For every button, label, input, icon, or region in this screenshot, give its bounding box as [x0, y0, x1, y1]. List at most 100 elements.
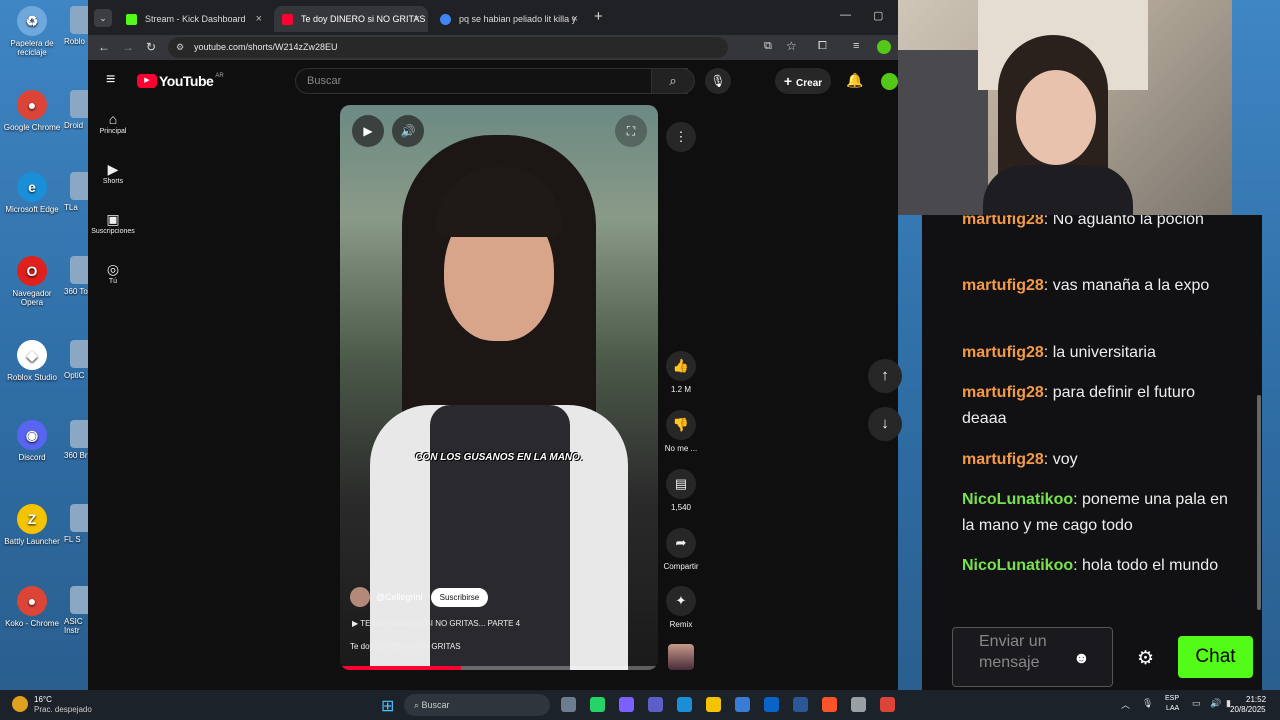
- desktop-icon[interactable]: Z Battly Launcher: [2, 504, 62, 546]
- shorts-video-player[interactable]: ▶ 🔊 ⛶ CON LOS GUSANOS EN LA MANO. @Celle…: [340, 105, 658, 670]
- edge-taskbar-icon[interactable]: [677, 697, 692, 712]
- new-tab-button[interactable]: +: [594, 8, 603, 25]
- forward-icon[interactable]: →: [122, 40, 134, 54]
- share-label: Compartir: [663, 562, 699, 571]
- extensions-icon[interactable]: ⧠: [818, 40, 827, 53]
- close-tab-icon[interactable]: ×: [572, 13, 578, 25]
- emoji-icon[interactable]: ☻: [1073, 648, 1090, 669]
- search-input[interactable]: Buscar: [295, 68, 688, 94]
- desktop-icon[interactable]: ♻ Papelera de reciclaje: [2, 6, 62, 57]
- url-input[interactable]: ⚙ youtube.com/shorts/W214zZw28EU: [168, 37, 728, 58]
- voice-search-button[interactable]: 🎙: [705, 68, 731, 94]
- dislike-button[interactable]: 👎 No me ...: [660, 410, 702, 453]
- video-person-vest: [430, 405, 570, 670]
- channel-handle[interactable]: @Cellegrini: [376, 592, 423, 602]
- share-button[interactable]: ➦ Compartir: [660, 528, 702, 571]
- video-progress-bar[interactable]: [340, 666, 658, 670]
- chat-separator: :: [1043, 277, 1053, 294]
- files-taskbar-icon[interactable]: [561, 697, 576, 712]
- site-info-icon[interactable]: ⚙: [176, 37, 184, 58]
- sound-thumbnail[interactable]: [668, 644, 694, 670]
- outlook-taskbar-icon[interactable]: [764, 697, 779, 712]
- fullscreen-button[interactable]: ⛶: [615, 115, 647, 147]
- chat-username[interactable]: NicoLunatikoo: [962, 491, 1073, 508]
- comments-button[interactable]: ▤ 1,540: [660, 469, 702, 512]
- tab-google-search[interactable]: pq se habian peliado lit killa y c ×: [432, 6, 586, 32]
- microphone-tray-icon[interactable]: 🎙: [1142, 698, 1153, 709]
- chat-message-input[interactable]: Enviar un mensaje ☻: [952, 627, 1113, 687]
- language-indicator[interactable]: ESP: [1165, 695, 1179, 702]
- chat-username[interactable]: martufig28: [962, 384, 1044, 401]
- start-button[interactable]: ⊞: [381, 696, 394, 716]
- network-icon[interactable]: ▭: [1192, 698, 1201, 709]
- tab-kick-dashboard[interactable]: Stream - Kick Dashboard ×: [118, 6, 270, 32]
- word-taskbar-icon[interactable]: [793, 697, 808, 712]
- search-button[interactable]: ⌕: [651, 68, 695, 94]
- show-hidden-icons-chevron[interactable]: ︿: [1121, 698, 1130, 711]
- remix-button[interactable]: ✦ Remix: [660, 586, 702, 629]
- desktop-icon-label: Battly Launcher: [4, 537, 60, 546]
- more-options-icon[interactable]: ⋮: [666, 122, 696, 152]
- menu-icon[interactable]: ≡: [106, 71, 115, 89]
- like-button[interactable]: 👍 1.2 M: [660, 351, 702, 394]
- sidebar-item-subscriptions[interactable]: ▣ Suscripciones: [88, 208, 138, 258]
- chat-username[interactable]: martufig28: [962, 215, 1044, 228]
- chat-username[interactable]: NicoLunatikoo: [962, 557, 1073, 574]
- chat-username[interactable]: martufig28: [962, 277, 1044, 294]
- sidebar-item-shorts[interactable]: ▶ Shorts: [88, 158, 138, 208]
- desktop-icon[interactable]: O Navegador Opera: [2, 256, 62, 307]
- youtube-logo[interactable]: ▶ YouTube AR: [137, 73, 224, 89]
- chat-username[interactable]: martufig28: [962, 344, 1044, 361]
- bookmark-star-icon[interactable]: ☆: [786, 39, 797, 53]
- desktop-icon[interactable]: ◆ Roblox Studio: [2, 340, 62, 382]
- microphone-icon: 🎙: [710, 74, 726, 88]
- play-button[interactable]: ▶: [352, 115, 384, 147]
- sidebar-item-you[interactable]: ◎ Tú: [88, 258, 138, 308]
- profile-avatar[interactable]: [877, 40, 891, 54]
- clock-date[interactable]: 20/8/2025: [1230, 705, 1266, 714]
- playlist-link[interactable]: ▶ TE DOY DINERO SI NO GRITAS... PARTE 4: [352, 619, 520, 628]
- taskbar-search[interactable]: ⌕ Buscar: [404, 694, 550, 716]
- back-icon[interactable]: ←: [98, 40, 110, 54]
- tab-youtube-short[interactable]: Te doy DINERO si NO GRITAS ×: [274, 6, 428, 32]
- send-chat-button[interactable]: Chat: [1178, 636, 1253, 678]
- settings-taskbar-icon[interactable]: [851, 697, 866, 712]
- previous-video-button[interactable]: ↑: [868, 359, 902, 393]
- chat-text: hola todo el mundo: [1082, 557, 1219, 574]
- notifications-bell-icon[interactable]: 🔔: [846, 72, 863, 89]
- next-video-button[interactable]: ↓: [868, 407, 902, 441]
- maximize-button[interactable]: ▢: [873, 9, 883, 22]
- tab-search-button[interactable]: ⌄: [94, 9, 112, 27]
- install-app-icon[interactable]: ⧉: [764, 40, 772, 53]
- explorer-taskbar-icon[interactable]: [706, 697, 721, 712]
- sidebar-item-home[interactable]: ⌂ Principal: [88, 108, 138, 158]
- reload-icon[interactable]: ↻: [146, 40, 156, 54]
- desktop-icon[interactable]: ◉ Discord: [2, 420, 62, 462]
- chat-username[interactable]: martufig28: [962, 451, 1044, 468]
- playlist-play-icon: ▶: [352, 619, 361, 628]
- desktop-icon[interactable]: e Microsoft Edge: [2, 172, 62, 214]
- desktop-icon[interactable]: ● Google Chrome: [2, 90, 62, 132]
- brave-taskbar-icon[interactable]: [822, 697, 837, 712]
- close-tab-icon[interactable]: ×: [256, 13, 262, 25]
- desktop-icon[interactable]: ● Koko - Chrome: [2, 586, 62, 628]
- copilot-taskbar-icon[interactable]: [619, 697, 634, 712]
- volume-button[interactable]: 🔊: [392, 115, 424, 147]
- keyboard-layout[interactable]: LAA: [1166, 705, 1179, 712]
- chrome-taskbar-icon[interactable]: [880, 697, 895, 712]
- account-avatar[interactable]: [881, 73, 898, 90]
- media-icon[interactable]: ≡: [853, 40, 859, 52]
- chat-settings-gear-icon[interactable]: ⚙: [1137, 647, 1154, 670]
- clock-time[interactable]: 21:52: [1246, 695, 1266, 704]
- channel-avatar[interactable]: [350, 587, 370, 607]
- store-taskbar-icon[interactable]: [735, 697, 750, 712]
- subscribe-button[interactable]: Suscribirse: [430, 587, 489, 607]
- volume-tray-icon[interactable]: 🔊: [1210, 698, 1221, 709]
- desktop-icon-label: Papelera de reciclaje: [10, 39, 54, 57]
- close-tab-icon[interactable]: ×: [414, 13, 420, 25]
- whatsapp-taskbar-icon[interactable]: [590, 697, 605, 712]
- teams-taskbar-icon[interactable]: [648, 697, 663, 712]
- minimize-button[interactable]: —: [840, 9, 851, 21]
- chat-scrollbar[interactable]: [1257, 395, 1261, 610]
- create-button[interactable]: + Crear: [775, 68, 831, 94]
